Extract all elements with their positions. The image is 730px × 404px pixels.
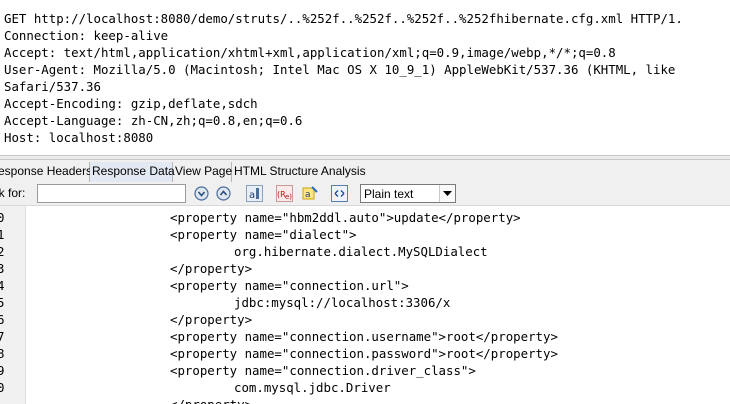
code-line: </property> [0,396,730,404]
code-text: </property> [170,261,253,276]
code-line: 4 <property name="connection.url"> [0,277,730,294]
svg-text:e): e) [285,193,292,201]
request-line: GET http://localhost:8080/demo/struts/..… [4,11,683,26]
tab-view-page[interactable]: View Page [173,162,232,182]
code-line: 1 <property name="dialect"> [0,226,730,243]
code-line: 9 <property name="connection.driver_class… [0,362,730,379]
view-mode-select[interactable]: Plain text [360,184,456,203]
code-text: </property> [170,312,253,327]
request-header: Connection: keep-alive [4,28,169,43]
svg-text:a: a [249,190,255,201]
response-data-pane[interactable]: 0 <property name="hbm2ddl.auto">update</p… [0,206,730,404]
find-label: ok for: [0,186,26,200]
request-pane[interactable]: GET http://localhost:8080/demo/struts/..… [0,0,730,155]
regex-icon[interactable]: (R e) [276,185,293,202]
code-text: <property name="hbm2ddl.auto">update</pr… [170,210,521,225]
code-text: <property name="connection.username">roo… [170,329,558,344]
svg-text:a: a [305,190,311,200]
code-line: 0 <property name="hbm2ddl.auto">update</p… [0,209,730,226]
response-tabs: esponse Headers Response Data View Page … [0,160,730,182]
code-line: 6 </property> [0,311,730,328]
code-line: 7 <property name="connection.username">ro… [0,328,730,345]
tab-response-data[interactable]: Response Data [90,162,175,182]
code-text: org.hibernate.dialect.MySQLDialect [234,244,488,259]
highlight-icon[interactable]: a [302,185,319,202]
request-header: Accept: text/html,application/xhtml+xml,… [4,45,616,60]
code-line: 2 org.hibernate.dialect.MySQLDialect [0,243,730,260]
line-number: 8 [0,346,5,361]
line-number: 0 [0,380,5,395]
line-number: 0 [0,210,5,225]
code-text: <property name="connection.driver_class"… [170,363,476,378]
code-text: </property> [170,396,252,404]
view-mode-value: Plain text [364,187,414,201]
line-number: 1 [0,227,5,242]
chevron-down-icon[interactable] [439,185,455,202]
request-header: Safari/537.36 [4,79,101,94]
find-previous-icon[interactable] [215,185,232,202]
line-number: 5 [0,295,5,310]
code-text: <property name="connection.password">roo… [170,346,558,361]
search-toolbar: ok for: a (Re) a Plain text [0,182,730,206]
request-header: Accept-Encoding: gzip,deflate,sdch [4,96,258,111]
code-text: <property name="connection.url"> [170,278,409,293]
line-number: 6 [0,312,5,327]
tab-response-headers[interactable]: esponse Headers [0,162,92,182]
match-case-icon[interactable]: a [246,185,263,202]
tab-html-structure-analysis[interactable]: HTML Structure Analysis [232,162,366,182]
code-text: com.mysql.jdbc.Driver [234,380,391,395]
request-header: Host: localhost:8080 [4,130,154,145]
request-header: User-Agent: Mozilla/5.0 (Macintosh; Inte… [4,62,676,77]
code-line: 8 <property name="connection.password">ro… [0,345,730,362]
line-number: 9 [0,363,5,378]
code-text: <property name="dialect"> [170,227,357,242]
line-number: 3 [0,261,5,276]
line-number: 4 [0,278,5,293]
code-text: jdbc:mysql://localhost:3306/x [234,295,451,310]
line-number: 2 [0,244,5,259]
wrap-icon[interactable] [331,185,348,202]
code-line: 3 </property> [0,260,730,277]
find-input[interactable] [37,184,186,203]
find-next-icon[interactable] [193,185,210,202]
request-header: Accept-Language: zh-CN,zh;q=0.8,en;q=0.6 [4,113,303,128]
line-number: 7 [0,329,5,344]
code-line: 5 jdbc:mysql://localhost:3306/x [0,294,730,311]
code-line: 0 com.mysql.jdbc.Driver [0,379,730,396]
